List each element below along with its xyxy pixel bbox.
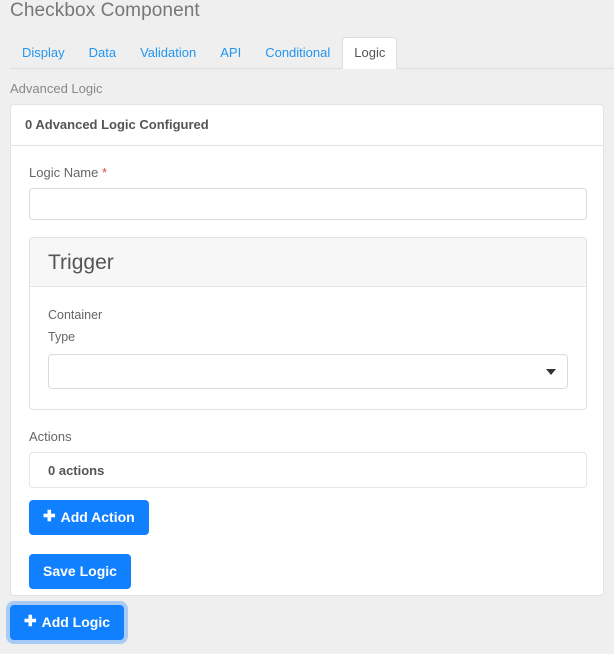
save-logic-button-label: Save Logic [43,563,117,579]
trigger-heading-text: Trigger [48,251,114,274]
plus-icon: ✚ [43,508,56,525]
advanced-logic-panel: 0 Advanced Logic Configured Logic Name *… [10,104,604,596]
required-asterisk: * [102,165,108,180]
logic-configured-count: 0 Advanced Logic Configured [25,117,209,132]
add-logic-button-label: Add Logic [41,614,111,630]
trigger-container-label: Container [48,308,103,322]
advanced-logic-section-label: Advanced Logic [10,81,103,96]
tab-validation[interactable]: Validation [128,37,208,69]
tab-data[interactable]: Data [77,37,128,69]
logic-tab-page: Checkbox Component Display Data Validati… [0,0,614,654]
actions-summary-box: 0 actions [29,452,587,488]
tab-api[interactable]: API [208,37,253,69]
component-settings-tabs: Display Data Validation API Conditional … [10,37,614,69]
trigger-panel: Trigger Container Type [29,237,587,410]
logic-name-input[interactable] [29,188,587,220]
trigger-panel-heading: Trigger [30,238,586,287]
add-action-button[interactable]: ✚ Add Action [29,500,149,535]
tab-logic[interactable]: Logic [342,37,398,69]
plus-icon: ✚ [24,613,37,630]
logic-panel-heading: 0 Advanced Logic Configured [11,105,603,146]
trigger-type-label: Type [48,330,76,344]
page-title: Checkbox Component [10,0,200,21]
logic-panel-body: Logic Name * Trigger Container Type Acti… [11,146,603,589]
trigger-type-select-wrapper [48,354,568,389]
save-logic-button[interactable]: Save Logic [29,554,131,589]
add-action-button-label: Add Action [60,509,135,525]
logic-name-label-text: Logic Name [29,165,99,180]
logic-name-label: Logic Name * [29,164,585,182]
tab-display[interactable]: Display [10,37,77,69]
trigger-type-select[interactable] [48,354,568,389]
trigger-panel-body: Container Type [30,287,586,409]
actions-label: Actions [29,429,72,444]
tab-conditional[interactable]: Conditional [253,37,342,69]
add-logic-button[interactable]: ✚ Add Logic [10,605,125,640]
actions-count-text: 0 actions [48,463,105,478]
